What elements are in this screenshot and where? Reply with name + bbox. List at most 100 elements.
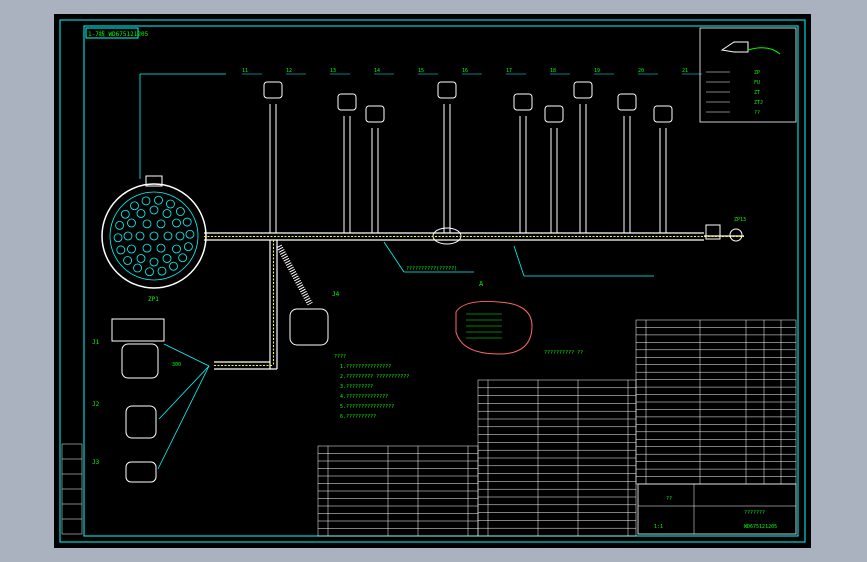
pin xyxy=(123,256,132,265)
legend-item: ZP xyxy=(754,70,760,76)
branch-label: 16 xyxy=(462,68,468,74)
pin xyxy=(162,254,172,263)
main-connector-label: ZP1 xyxy=(148,296,159,303)
note-line: 6.?????????? xyxy=(340,414,376,420)
branch-label: 17 xyxy=(506,68,512,74)
pin xyxy=(185,229,195,239)
inner-frame xyxy=(83,25,799,537)
branch-connector[interactable] xyxy=(513,93,533,111)
side-connector-1-label: J1 xyxy=(92,339,100,346)
branch-connector[interactable] xyxy=(617,93,637,111)
side-connector-3-label: J3 xyxy=(92,459,100,466)
pin xyxy=(127,218,136,228)
legend-item: ?? xyxy=(754,110,760,116)
branch-connector[interactable] xyxy=(653,105,673,123)
revision-strip xyxy=(61,443,83,535)
pin xyxy=(145,267,154,277)
pin xyxy=(166,199,175,209)
pin xyxy=(149,205,159,215)
pin xyxy=(142,219,152,229)
pin xyxy=(172,218,181,228)
pin xyxy=(163,231,173,241)
detail-view[interactable]: A ?????????? ?? xyxy=(455,280,583,356)
branch-label-row: 11 12 13 14 15 16 17 18 19 20 21 xyxy=(242,68,702,75)
legend-item: FU xyxy=(754,80,760,86)
pin xyxy=(178,253,188,263)
pin xyxy=(123,231,133,241)
pin xyxy=(172,244,181,254)
wire-number-left: 300 xyxy=(172,362,181,368)
outer-frame xyxy=(59,19,806,543)
bottom-connector-label: J4 xyxy=(332,291,340,298)
side-connector-1[interactable]: J1 xyxy=(92,318,165,379)
branch-label: 12 xyxy=(286,68,292,74)
note-line: 5.???????????????? xyxy=(340,404,394,410)
legend-box: ZP FU ZT ZTJ?? xyxy=(699,27,797,123)
pin xyxy=(136,254,146,263)
pin xyxy=(142,243,152,253)
branch-connector[interactable] xyxy=(544,105,564,123)
legend-item: ZTJ xyxy=(754,100,763,106)
pin xyxy=(182,217,192,227)
pin xyxy=(183,242,193,252)
pin xyxy=(113,233,123,243)
bottom-connector[interactable]: J4 xyxy=(289,291,340,346)
pin xyxy=(141,196,151,206)
branch-label: 20 xyxy=(638,68,644,74)
note-line: 4.?????????????? xyxy=(340,394,388,400)
branch-label: 13 xyxy=(330,68,336,74)
branch-connector[interactable] xyxy=(263,81,283,99)
pin xyxy=(149,231,159,241)
detail-caption: ?????????? ?? xyxy=(544,350,583,356)
note-line: 1.??????????????? xyxy=(340,364,391,370)
pin xyxy=(157,266,167,276)
branch-label: 21 xyxy=(682,68,688,74)
pin xyxy=(162,209,172,218)
pin xyxy=(156,243,166,253)
side-connector-3[interactable]: J3 xyxy=(92,459,157,483)
pin xyxy=(136,209,146,218)
side-connector-2-label: J2 xyxy=(92,401,100,408)
branch-label: 19 xyxy=(594,68,600,74)
pin xyxy=(156,219,166,229)
bundle-note: ??????????(?????) xyxy=(406,266,457,272)
branch-connector[interactable] xyxy=(365,105,385,123)
trunk xyxy=(204,227,744,370)
branch-connector[interactable] xyxy=(437,81,457,99)
pin xyxy=(130,201,139,211)
pin xyxy=(133,263,142,273)
pin xyxy=(175,231,185,241)
pin xyxy=(115,220,125,230)
branch-connector[interactable] xyxy=(573,81,593,99)
harness-drawing: 1-7线 WD675121205 ZP1 11 12 13 14 15 16 17 18 19 2… xyxy=(59,19,806,543)
pin xyxy=(116,245,126,255)
note-line: 3.????????? xyxy=(340,384,373,390)
side-connector-2[interactable]: J2 xyxy=(92,401,157,439)
pin xyxy=(169,261,178,271)
right-end-label: ZP13 xyxy=(734,217,746,223)
notes-title: ???? xyxy=(334,354,346,360)
pin xyxy=(149,257,159,267)
notes-block: ???? 1.??????????????? 2.????????? ??????… xyxy=(334,354,409,420)
branch-label: 15 xyxy=(418,68,424,74)
right-end-connector[interactable]: ZP13 xyxy=(705,217,746,242)
pin xyxy=(120,209,130,219)
pin xyxy=(176,207,185,216)
pin xyxy=(127,244,136,254)
main-connector[interactable]: ZP1 xyxy=(101,175,207,303)
pin xyxy=(154,195,163,205)
branch-label: 14 xyxy=(374,68,380,74)
title-block: ??????? WD675121205 1:1 ?? xyxy=(637,483,797,535)
title-scale: 1:1 xyxy=(654,524,663,530)
legend-item: ZT xyxy=(754,90,760,96)
title-sheet: ?? xyxy=(666,496,672,502)
note-line: 2.????????? ??????????? xyxy=(340,374,409,380)
pin xyxy=(135,231,145,241)
branch-label: 18 xyxy=(550,68,556,74)
branch-connector[interactable] xyxy=(337,93,357,111)
detail-label: A xyxy=(479,280,484,288)
title-tag: 1-7线 WD675121205 xyxy=(88,30,149,38)
branch-label: 11 xyxy=(242,68,248,74)
title-part-name: ??????? xyxy=(744,510,765,516)
drawing-viewport[interactable]: 1-7线 WD675121205 ZP1 11 12 13 14 15 16 17 18 19 2… xyxy=(54,14,811,548)
